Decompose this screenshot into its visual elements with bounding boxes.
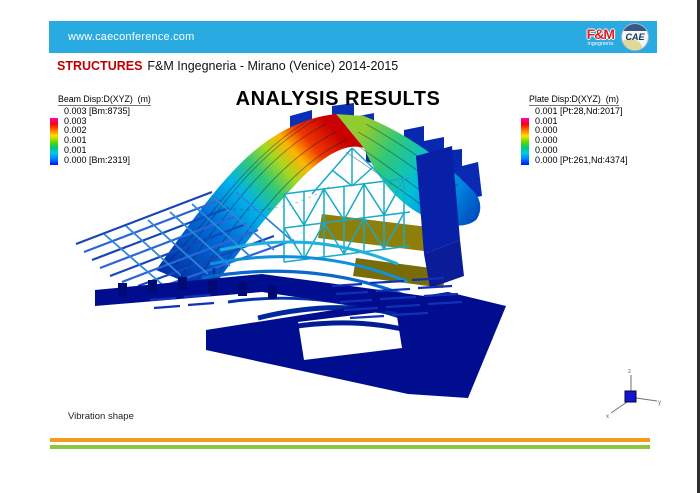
fm-logo-text: F&M <box>587 27 614 41</box>
header-emphasis: STRUCTURES <box>57 59 142 73</box>
fm-ingegneria-logo: F&M ingegneria <box>587 27 614 48</box>
axis-x-label: x <box>606 414 609 420</box>
banner-logos: F&M ingegneria CAE <box>587 21 649 53</box>
slide-caption: Vibration shape <box>68 411 134 422</box>
cae-conference-logo: CAE <box>621 23 649 51</box>
beam-legend-values: 0.003 [Bm:8735] 0.003 0.002 0.001 0.001 … <box>64 107 130 165</box>
header-title: F&M Ingegneria - Mirano (Venice) 2014-20… <box>147 59 398 73</box>
plate-legend-title: Plate Disp:D(XYZ) (m) <box>529 94 619 106</box>
cae-logo-text: CAE <box>625 32 644 42</box>
footer-stripe-orange <box>50 438 650 442</box>
beam-legend-value: 0.000 [Bm:2319] <box>64 156 130 166</box>
conference-url: www.caeconference.com <box>68 31 194 43</box>
plate-legend-values: 0.001 [Pt:28,Nd:2017] 0.001 0.000 0.000 … <box>535 107 628 165</box>
top-banner: www.caeconference.com F&M ingegneria CAE <box>49 21 657 53</box>
plate-disp-legend: Plate Disp:D(XYZ) (m) 0.001 [Pt:28,Nd:20… <box>521 94 628 165</box>
slide-header: STRUCTURES F&M Ingegneria - Mirano (Venic… <box>57 59 398 73</box>
fm-logo-subtext: ingegneria <box>587 42 613 48</box>
axis-z-label: z <box>628 369 631 375</box>
base-ring-slab <box>206 292 506 398</box>
plate-legend-colorbar <box>521 118 529 165</box>
axis-y-label: y <box>658 400 661 406</box>
axis-triad: z y x <box>606 369 661 420</box>
beam-legend-colorbar <box>50 118 58 165</box>
footer-stripe-green <box>50 445 650 449</box>
beam-disp-legend: Beam Disp:D(XYZ) (m) 0.003 [Bm:8735] 0.0… <box>50 94 151 165</box>
base-slab <box>95 274 506 398</box>
axis-origin-cube <box>625 391 636 402</box>
plate-legend-value: 0.000 [Pt:261,Nd:4374] <box>535 156 628 166</box>
beam-legend-title: Beam Disp:D(XYZ) (m) <box>58 94 151 106</box>
